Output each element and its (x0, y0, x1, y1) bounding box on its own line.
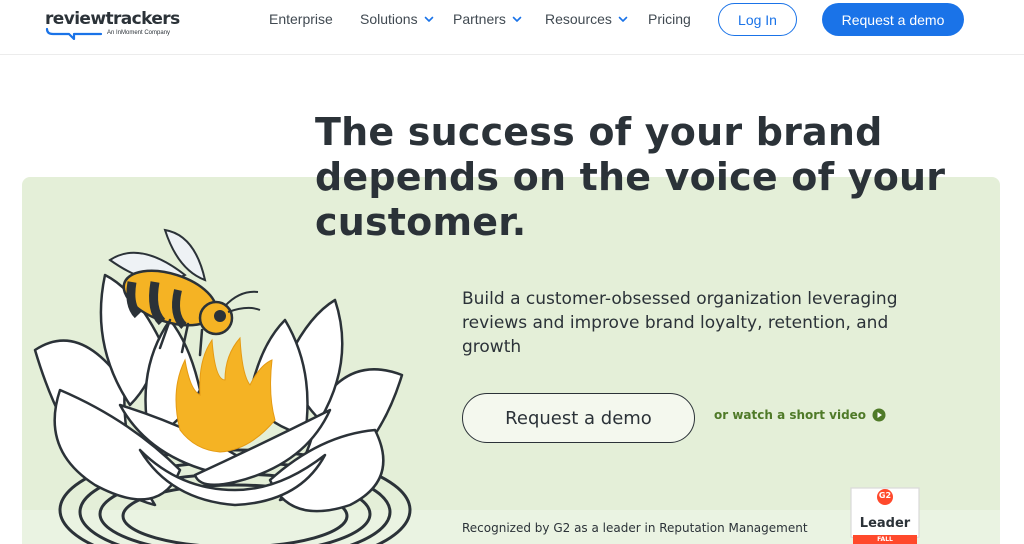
nav-item-pricing[interactable]: Pricing (648, 11, 691, 27)
play-circle-icon (872, 408, 886, 422)
request-demo-header-button[interactable]: Request a demo (822, 3, 964, 36)
nav-item-label: Resources (545, 11, 612, 27)
g2-leader-badge[interactable]: G2 Leader FALL (849, 487, 921, 544)
watch-video-link[interactable]: or watch a short video (714, 406, 886, 424)
logo-swoosh-icon (45, 27, 103, 40)
nav-item-label: Solutions (360, 11, 418, 27)
nav-item-resources[interactable]: Resources (545, 11, 628, 27)
g2-logo-text: G2 (878, 491, 892, 500)
g2-badge-season: FALL (853, 535, 917, 544)
site-header: reviewtrackers An InMoment Company Enter… (0, 0, 1024, 55)
brand-tagline: An InMoment Company (107, 30, 171, 36)
login-button[interactable]: Log In (718, 3, 797, 36)
chevron-down-icon (618, 16, 628, 22)
watch-video-label: or watch a short video (714, 408, 867, 422)
nav-item-partners[interactable]: Partners (453, 11, 522, 27)
nav-item-label: Enterprise (269, 11, 333, 27)
request-demo-hero-button[interactable]: Request a demo (462, 393, 695, 443)
hero-subtext: Build a customer-obsessed organization l… (462, 289, 898, 357)
nav-item-solutions[interactable]: Solutions (360, 11, 434, 27)
nav-item-enterprise[interactable]: Enterprise (269, 11, 333, 27)
chevron-down-icon (512, 16, 522, 22)
hero-headline: The success of your brand depends on the… (315, 110, 946, 244)
nav-item-label: Pricing (648, 11, 691, 27)
g2-badge-title: Leader (859, 516, 911, 531)
recognition-text: Recognized by G2 as a leader in Reputati… (462, 521, 808, 535)
nav-item-label: Partners (453, 11, 506, 27)
brand-logo[interactable]: reviewtrackers An InMoment Company (45, 9, 180, 43)
chevron-down-icon (424, 16, 433, 22)
lily-bee-illustration (33, 228, 412, 544)
